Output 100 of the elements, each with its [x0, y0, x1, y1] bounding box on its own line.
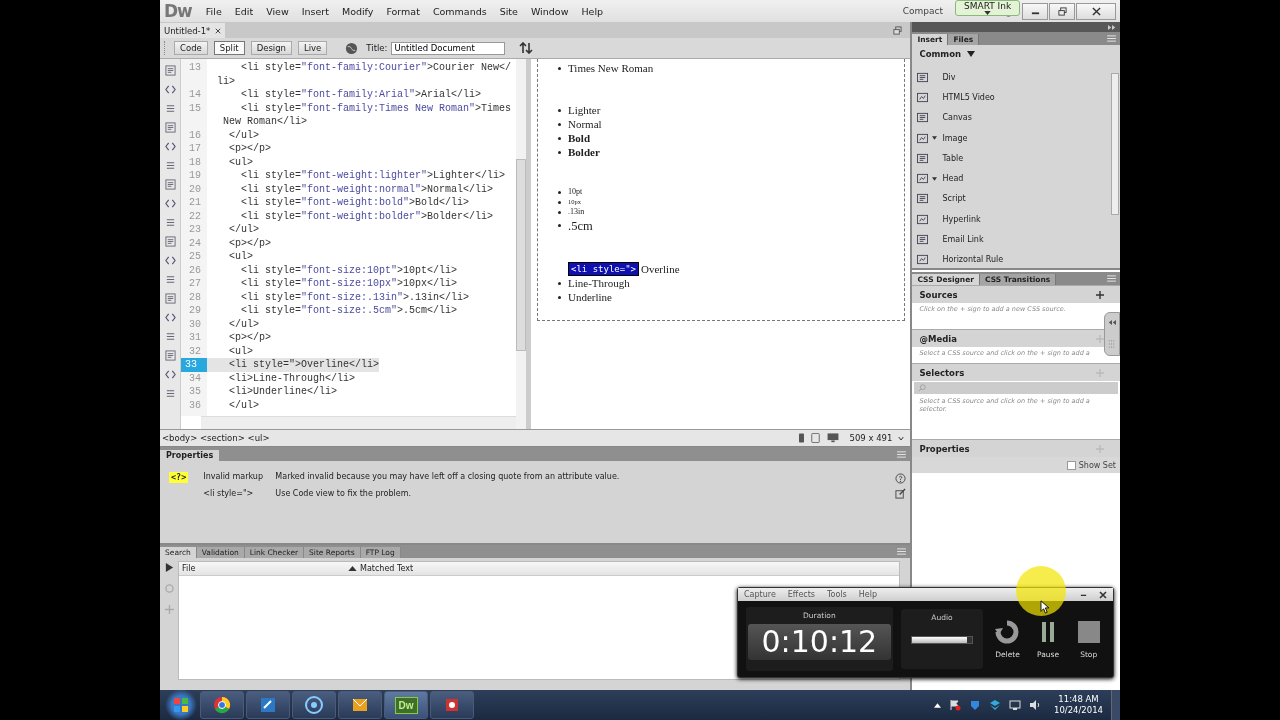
code-tool-icon[interactable] [164, 198, 176, 209]
menu-item[interactable]: Modify [341, 5, 374, 17]
globe-icon[interactable] [292, 691, 336, 719]
tag-selector[interactable]: <body> <section> <ul> [162, 433, 270, 443]
code-tool-icon[interactable] [164, 160, 176, 171]
panel-menu-icon[interactable] [1107, 275, 1116, 282]
code-tool-icon[interactable] [164, 331, 176, 342]
caret-icon[interactable] [932, 136, 938, 141]
search-field[interactable] [914, 382, 1118, 394]
recorder-icon[interactable] [430, 691, 474, 719]
network-icon[interactable] [1009, 699, 1021, 711]
insert-item[interactable]: Hyperlink [912, 209, 1110, 230]
menu-item[interactable]: Capture [744, 590, 776, 599]
view-button[interactable]: Code [174, 41, 208, 55]
browser-icon[interactable] [200, 691, 244, 719]
caret-icon[interactable] [898, 435, 905, 441]
menu-item[interactable]: Site [499, 5, 518, 17]
panel-menu-icon[interactable] [1107, 35, 1116, 42]
clock[interactable]: 11:48 AM 10/24/2014 [1054, 694, 1103, 716]
insert-item[interactable]: Horizontal Rule [912, 249, 1110, 270]
menu-item[interactable]: Help [581, 5, 604, 17]
workspace-switcher[interactable]: Compact [902, 6, 943, 16]
menu-item[interactable]: Commands [432, 5, 487, 17]
code-tool-icon[interactable] [164, 84, 176, 95]
code-tool-icon[interactable] [164, 369, 176, 380]
insert-item[interactable]: HTML5 Video [912, 87, 1110, 108]
title-field[interactable]: Untitled Document [391, 41, 506, 55]
panel-menu-icon[interactable] [897, 450, 907, 458]
menu-item[interactable]: Edit [234, 5, 254, 17]
document-tab[interactable]: Untitled-1* [160, 23, 226, 38]
insert-item[interactable]: Script [912, 188, 1110, 210]
help-icon[interactable] [895, 473, 907, 484]
view-button[interactable]: Design [250, 41, 292, 55]
insert-item[interactable]: Table [912, 148, 1110, 169]
category-dropdown[interactable]: Common [919, 49, 962, 59]
start-button[interactable] [164, 690, 198, 720]
insert-item[interactable]: Div [912, 67, 1110, 88]
edit-icon[interactable] [895, 488, 907, 499]
caret-icon[interactable] [967, 51, 976, 57]
insert-item[interactable]: Image [912, 127, 1110, 149]
box-icon[interactable] [989, 699, 1001, 711]
caret-icon[interactable] [932, 176, 938, 181]
globe-icon[interactable] [345, 41, 359, 55]
menu-item[interactable]: File [205, 5, 222, 17]
close-icon[interactable] [215, 27, 222, 34]
close-button[interactable] [1076, 2, 1116, 20]
section-title[interactable]: Selectors [919, 367, 965, 378]
add-icon[interactable] [1096, 290, 1104, 299]
expand-icon[interactable] [1108, 24, 1116, 30]
menu-item[interactable]: View [266, 5, 289, 17]
panel-collapse-handle[interactable] [1104, 312, 1120, 356]
insert-item[interactable]: Head [912, 168, 1110, 189]
section-title[interactable]: Properties [919, 443, 970, 454]
tablet-icon[interactable] [810, 433, 820, 443]
restore-icon[interactable] [893, 25, 903, 35]
taskbar-app[interactable]: Dw [384, 691, 428, 719]
column-header[interactable]: Matched Text [360, 564, 414, 573]
properties-tab[interactable]: Properties [160, 450, 220, 461]
menu-item[interactable]: Help [858, 590, 877, 599]
section-title[interactable]: @Media [919, 333, 957, 344]
restore-button[interactable] [1049, 2, 1075, 20]
code-tool-icon[interactable] [164, 350, 176, 361]
view-button[interactable]: Live [298, 41, 328, 55]
code-tool-icon[interactable] [164, 179, 176, 190]
checkbox[interactable] [1066, 460, 1076, 470]
panel-menu-icon[interactable] [897, 548, 907, 555]
code-tool-icon[interactable] [164, 217, 176, 228]
sort-icon[interactable] [519, 42, 534, 54]
invalid-tag-marker[interactable]: <li style="> [568, 262, 640, 276]
code-tool-icon[interactable] [164, 103, 176, 114]
code-tool-icon[interactable] [164, 293, 176, 304]
menu-item[interactable]: Effects [787, 590, 815, 599]
insert-item[interactable]: Email Link [912, 229, 1110, 250]
menu-item[interactable]: Format [386, 5, 420, 17]
menu-item[interactable]: Window [530, 5, 569, 17]
audio-slider[interactable] [910, 636, 973, 644]
vertical-scrollbar[interactable] [516, 59, 526, 429]
code-tool-icon[interactable] [164, 312, 176, 323]
column-header[interactable]: File [179, 564, 348, 573]
code-tool-icon[interactable] [164, 255, 176, 266]
phone-icon[interactable] [797, 433, 805, 443]
code-tool-icon[interactable] [164, 274, 176, 285]
view-button[interactable]: Split [213, 41, 245, 55]
flag-icon[interactable] [949, 699, 961, 711]
window-size-menu[interactable]: 509 x 491 [849, 433, 893, 443]
code-tool-icon[interactable] [164, 122, 176, 133]
code-tool-icon[interactable] [164, 236, 176, 247]
desktop-icon[interactable] [825, 433, 840, 443]
horizontal-scrollbar[interactable] [201, 416, 516, 429]
volume-icon[interactable] [1029, 699, 1041, 711]
close-icon[interactable] [1099, 590, 1107, 599]
menu-item[interactable]: Tools [827, 590, 847, 599]
code-tool-icon[interactable] [164, 65, 176, 76]
play-icon[interactable] [164, 563, 174, 572]
code-tool-icon[interactable] [164, 141, 176, 152]
code-tool-icon[interactable] [164, 388, 176, 399]
insert-item[interactable]: Canvas [912, 107, 1110, 128]
menu-item[interactable]: Insert [301, 5, 329, 17]
section-title[interactable]: Sources [919, 289, 958, 300]
sort-arrow-icon[interactable] [348, 566, 357, 571]
